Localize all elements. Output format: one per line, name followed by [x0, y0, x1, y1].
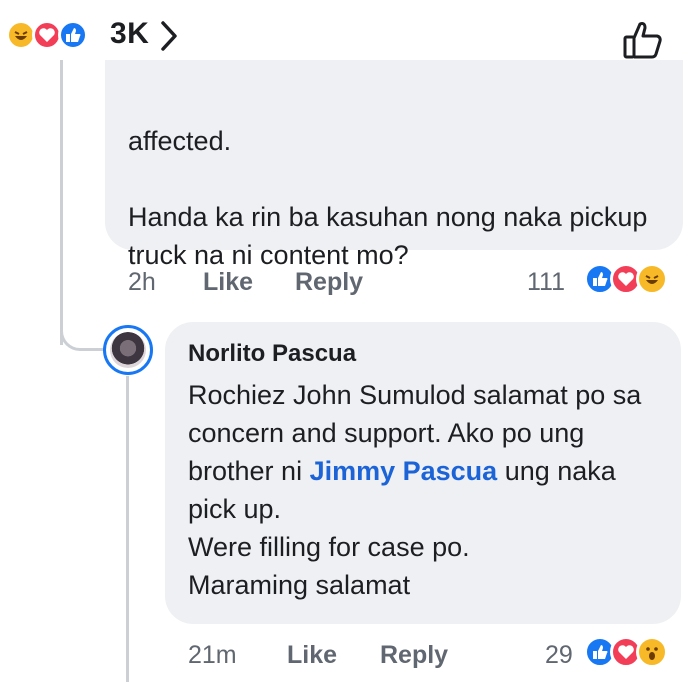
reply-author-name[interactable]: Norlito Pascua — [188, 340, 356, 368]
avatar[interactable] — [103, 325, 153, 375]
thread-line — [60, 60, 63, 345]
reply-thread-line — [126, 376, 129, 682]
wow-reaction-icon — [636, 636, 668, 668]
comment-text-paragraph: Handa ka rin ba kasuhan nong naka pickup… — [128, 202, 648, 270]
reply-time: 21m — [188, 641, 237, 669]
comment-time: 2h — [128, 268, 156, 296]
reply-text: Rochiez John Sumulod salamat po sa conce… — [188, 376, 668, 604]
reply-reaction-count[interactable]: 29 — [545, 641, 573, 670]
like-reaction-icon — [58, 20, 88, 50]
reply-text-line: Maraming salamat — [188, 570, 411, 600]
like-button[interactable]: Like — [203, 268, 253, 297]
reply-text-line: Were filling for case po. — [188, 532, 470, 562]
mention-link[interactable]: Jimmy Pascua — [310, 456, 498, 486]
reply-button[interactable]: Reply — [380, 641, 448, 670]
reaction-count[interactable]: 3K — [110, 17, 149, 51]
reply-button[interactable]: Reply — [295, 268, 363, 297]
comment-text-line: affected. — [128, 126, 232, 156]
avatar-image — [110, 332, 146, 368]
like-button[interactable]: Like — [287, 641, 337, 670]
chevron-right-icon[interactable] — [158, 20, 180, 57]
laugh-reaction-icon — [636, 263, 668, 295]
comment-reaction-count[interactable]: 111 — [527, 268, 565, 297]
thread-connector — [60, 310, 107, 351]
